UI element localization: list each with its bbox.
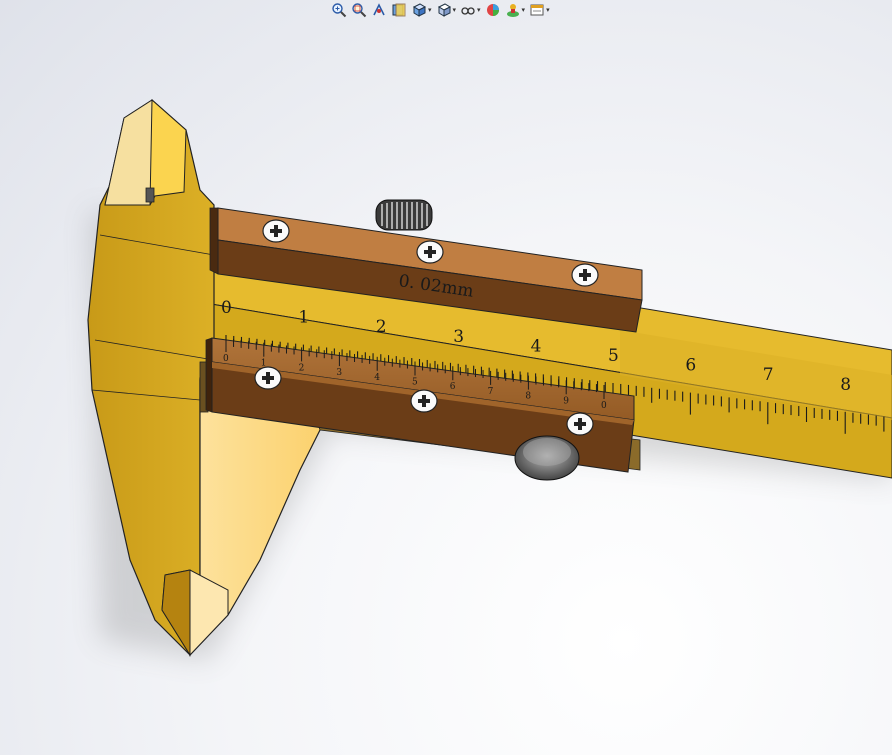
chevron-down-icon[interactable]: ▾ bbox=[522, 6, 526, 14]
heads-up-view-toolbar: ▾ ▾ ▾ ▾ ▾ bbox=[330, 0, 551, 20]
previous-view-icon bbox=[373, 3, 385, 16]
screw-icon bbox=[416, 240, 444, 264]
apply-scene-icon bbox=[506, 4, 519, 17]
view-orientation-button[interactable]: ▾ bbox=[410, 1, 433, 19]
zoom-to-fit-button[interactable] bbox=[330, 1, 348, 19]
thumb-wheel-bottom[interactable] bbox=[514, 435, 580, 481]
chevron-down-icon[interactable]: ▾ bbox=[546, 6, 550, 14]
graphics-viewport[interactable]: 0. 02mm 012345678 01234567890 ▾ ▾ ▾ ▾ ▾ bbox=[0, 0, 892, 755]
display-style-icon bbox=[437, 3, 451, 17]
vernier-scale-number: 2 bbox=[299, 363, 305, 373]
main-scale-number: 2 bbox=[376, 317, 387, 337]
vernier-scale-number: 4 bbox=[374, 373, 380, 383]
view-orientation-icon bbox=[412, 3, 427, 17]
view-settings-icon bbox=[530, 4, 544, 16]
main-scale-number: 5 bbox=[608, 346, 619, 366]
hide-show-items-button[interactable]: ▾ bbox=[459, 1, 482, 19]
screw-icon bbox=[566, 412, 594, 436]
main-scale-number: 6 bbox=[685, 356, 696, 376]
edit-appearance-button[interactable] bbox=[484, 1, 502, 19]
vernier-scale-number: 3 bbox=[336, 368, 342, 378]
main-scale-number: 3 bbox=[453, 327, 464, 347]
vernier-scale-number: 7 bbox=[488, 387, 494, 397]
vernier-scale-number: 6 bbox=[450, 382, 456, 392]
main-scale-number: 8 bbox=[840, 375, 851, 395]
main-scale-number: 0 bbox=[221, 298, 232, 318]
previous-view-button[interactable] bbox=[370, 1, 388, 19]
display-style-button[interactable]: ▾ bbox=[435, 1, 458, 19]
hide-show-items-icon bbox=[461, 7, 475, 15]
section-view-icon bbox=[392, 3, 406, 17]
view-settings-button[interactable]: ▾ bbox=[528, 1, 551, 19]
screw-icon bbox=[262, 219, 290, 243]
chevron-down-icon[interactable]: ▾ bbox=[453, 6, 457, 14]
chevron-down-icon[interactable]: ▾ bbox=[428, 6, 432, 14]
vernier-scale-number: 9 bbox=[563, 396, 569, 406]
section-view-button[interactable] bbox=[390, 1, 408, 19]
apply-scene-button[interactable]: ▾ bbox=[504, 1, 527, 19]
screw-icon bbox=[254, 366, 282, 390]
main-scale-number: 4 bbox=[531, 336, 542, 356]
vernier-scale-number: 8 bbox=[525, 392, 531, 402]
main-scale-number: 7 bbox=[763, 365, 774, 385]
screw-icon bbox=[410, 389, 438, 413]
thumb-wheel-top[interactable] bbox=[375, 199, 433, 231]
chevron-down-icon[interactable]: ▾ bbox=[477, 6, 481, 14]
edit-appearance-icon bbox=[486, 4, 499, 16]
caliper-model[interactable]: 0. 02mm 012345678 01234567890 bbox=[0, 0, 892, 755]
zoom-to-fit-icon bbox=[332, 3, 347, 18]
zoom-to-area-icon bbox=[352, 3, 367, 18]
zoom-to-area-button[interactable] bbox=[350, 1, 368, 19]
vernier-scale-number: 0 bbox=[601, 401, 607, 411]
vernier-scale-number: 0 bbox=[223, 354, 229, 364]
vernier-scale-number: 5 bbox=[412, 378, 418, 388]
screw-icon bbox=[571, 263, 599, 287]
main-scale-number: 1 bbox=[298, 308, 309, 328]
